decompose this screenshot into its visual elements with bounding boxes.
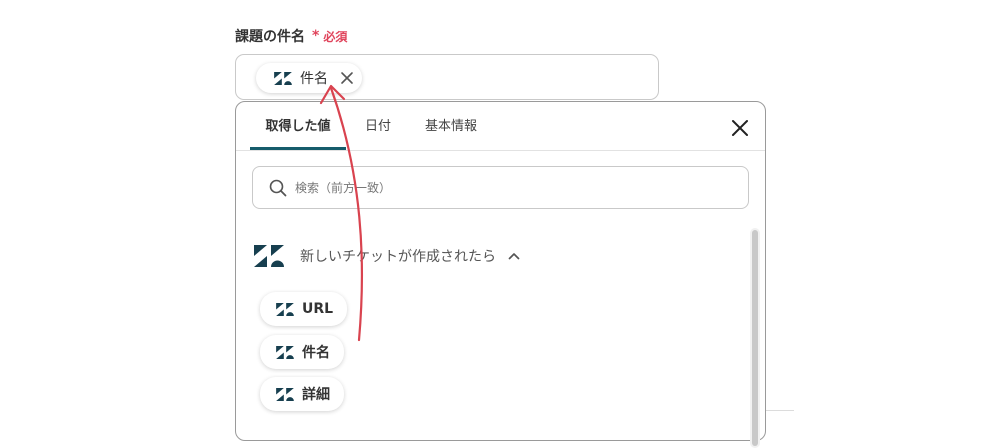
scrollbar[interactable] (750, 228, 760, 448)
search-box[interactable] (252, 166, 749, 209)
value-item-url[interactable]: URL (260, 292, 348, 326)
tab-acquired-values[interactable]: 取得した値 (250, 102, 346, 150)
background-divider (766, 410, 794, 411)
value-picker-popup: 取得した値 日付 基本情報 新しいチケットが作成されたら URL 件名 (235, 101, 766, 448)
zendesk-logo-icon (276, 302, 294, 316)
chip-label: 件名 (300, 71, 328, 87)
trigger-section-header[interactable]: 新しいチケットが作成されたら (254, 242, 520, 270)
zendesk-logo-icon (276, 345, 294, 359)
required-text: 必須 (323, 29, 348, 44)
value-item-label: URL (302, 301, 334, 317)
value-item-label: 件名 (302, 345, 330, 361)
close-icon[interactable] (340, 71, 354, 85)
section-title: 新しいチケットが作成されたら (300, 249, 496, 265)
required-asterisk: * (312, 28, 320, 44)
scrollbar-thumb[interactable] (752, 230, 758, 446)
search-input[interactable] (293, 179, 717, 196)
zendesk-logo-icon (274, 71, 292, 85)
field-label: 課題の件名 * 必須 (235, 26, 347, 46)
field-label-text: 課題の件名 (235, 29, 305, 45)
search-icon (269, 179, 287, 196)
tab-basic-info[interactable]: 基本情報 (416, 102, 486, 149)
chevron-up-icon[interactable] (508, 252, 520, 260)
close-icon[interactable] (729, 117, 751, 139)
tab-date[interactable]: 日付 (354, 102, 402, 149)
value-item-label: 詳細 (302, 387, 330, 403)
zendesk-logo-icon (254, 245, 284, 267)
tab-bar: 取得した値 日付 基本情報 (236, 102, 765, 151)
value-item-subject[interactable]: 件名 (260, 335, 344, 369)
zendesk-logo-icon (276, 387, 294, 401)
selected-value-chip[interactable]: 件名 (256, 63, 362, 93)
subject-input[interactable]: 件名 (235, 54, 659, 100)
value-item-details[interactable]: 詳細 (260, 377, 344, 411)
